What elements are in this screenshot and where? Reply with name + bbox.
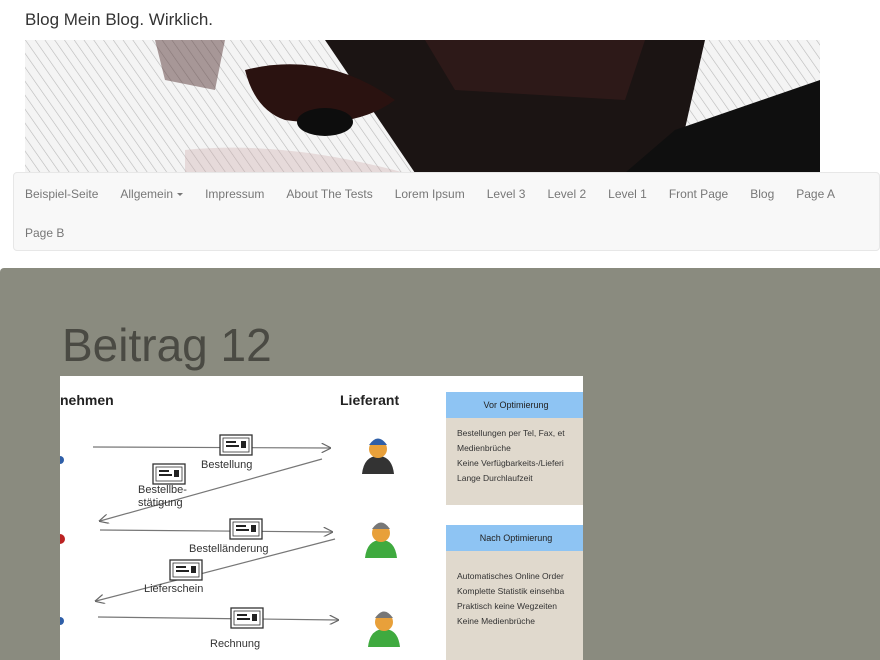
list-item: Lange Durchlaufzeit [457,473,533,483]
nav-item-level-2[interactable]: Level 2 [536,186,597,202]
document-icon [169,559,203,581]
nav-item-front-page[interactable]: Front Page [658,186,739,202]
supplier-avatar-icon [365,522,397,558]
partial-avatar-icon [60,617,64,625]
document-icon [230,607,264,629]
label-bestaetigung-line1: Bestellbe- [138,484,187,496]
main-navigation: Beispiel-Seite Allgemein Impressum About… [13,172,880,251]
site-title[interactable]: Blog Mein Blog. Wirklich. [25,10,213,30]
nav-item-allgemein[interactable]: Allgemein [109,186,194,202]
before-optimization-box: Vor Optimierung Bestellungen per Tel, Fa… [446,392,583,505]
after-optimization-box: Nach Optimierung Automatisches Online Or… [446,525,583,660]
flow-arrow [97,617,338,620]
before-optimization-heading: Vor Optimierung [446,392,583,418]
document-icon [229,518,263,540]
flow-arrow [99,530,332,532]
nav-item-about-the-tests[interactable]: About The Tests [275,186,383,202]
label-bestellung: Bestellung [201,459,253,471]
nav-item-level-1[interactable]: Level 1 [597,186,658,202]
list-item: Komplette Statistik einsehba [457,586,565,596]
list-item: Praktisch keine Wegzeiten [457,601,558,611]
nav-item-impressum[interactable]: Impressum [194,186,275,202]
nav-item-allgemein-label: Allgemein [120,187,174,201]
nav-item-level-3[interactable]: Level 3 [476,186,537,202]
after-optimization-list: Automatisches Online Order Komplette Sta… [457,569,564,629]
figure-right-heading: Lieferant [340,392,400,408]
figure-left-heading: nehmen [60,392,114,408]
nav-item-page-a[interactable]: Page A [785,186,846,202]
nav-item-page-b[interactable]: Page B [14,225,75,241]
label-lieferschein: Lieferschein [144,583,204,595]
partial-avatar-icon [60,456,64,464]
nav-item-lorem-ipsum[interactable]: Lorem Ipsum [384,186,476,202]
label-bestellaenderung: Bestelländerung [189,543,269,555]
nav-item-blog[interactable]: Blog [739,186,785,202]
label-bestaetigung-line2: stätigung [138,497,183,509]
header-image [25,40,820,173]
caret-down-icon [177,193,184,197]
post-image: nehmen Lieferant Bestellung Bestellbe- s… [60,376,583,660]
document-icon [219,434,253,456]
before-optimization-list: Bestellungen per Tel, Fax, et Medienbrüc… [457,426,565,486]
post-title[interactable]: Beitrag 12 [62,318,272,372]
main-content: Beitrag 12 nehmen Lieferant Bestellung B… [0,268,880,660]
nav-row-2: Page B [14,225,75,241]
supplier-avatar-icon [368,611,400,647]
flow-arrow [92,447,330,448]
nav-row-1: Beispiel-Seite Allgemein Impressum About… [14,186,846,202]
supplier-avatar-icon [362,438,394,474]
list-item: Bestellungen per Tel, Fax, et [457,428,565,438]
nav-item-beispiel-seite[interactable]: Beispiel-Seite [14,186,109,202]
label-rechnung: Rechnung [210,638,261,650]
list-item: Keine Medienbrüche [457,616,535,626]
list-item: Automatisches Online Order [457,571,564,581]
after-optimization-heading: Nach Optimierung [446,525,583,551]
list-item: Keine Verfügbarkeits-/Lieferi [457,458,564,468]
partial-avatar-icon [60,534,65,544]
document-icon [152,463,186,485]
list-item: Medienbrüche [457,443,511,453]
